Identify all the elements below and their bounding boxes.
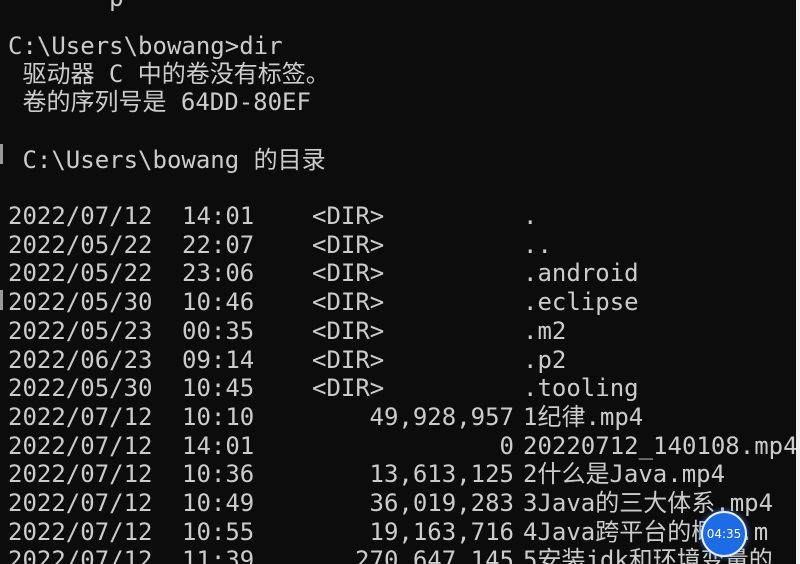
entry-time: 11:39	[182, 546, 255, 564]
entry-type: <DIR>	[312, 316, 385, 345]
entry-date: 2022/07/12	[8, 517, 153, 546]
timer-text: 04:35	[706, 527, 742, 541]
entry-date: 2022/05/30	[8, 288, 153, 317]
entry-name: .android	[523, 259, 639, 288]
entry-date: 2022/05/22	[8, 259, 153, 288]
entry-date: 2022/06/23	[8, 345, 153, 374]
background-window-edge	[0, 144, 3, 164]
entry-time: 10:36	[182, 460, 255, 489]
table-row: 2022/07/12 14:01 0 20220712_140108.mp4	[0, 432, 796, 461]
command-prompt: C:\Users\bowang>dir	[8, 32, 283, 60]
entry-size: 49,928,957	[369, 402, 515, 431]
volume-serial-text: 卷的序列号是 64DD-80EF	[8, 88, 311, 116]
entry-size: 270,647,145	[355, 546, 514, 564]
entry-type: <DIR>	[312, 374, 385, 403]
table-row: 2022/07/12 14:01 <DIR>.	[0, 202, 796, 231]
directory-header: C:\Users\bowang 的目录	[8, 146, 326, 174]
table-row: 2022/07/12 11:39 270,647,145 5安装jdk和环境变量的	[0, 546, 796, 564]
entry-name: 20220712_140108.mp4	[523, 431, 796, 460]
entry-time: 10:55	[182, 517, 255, 546]
entry-name: .m2	[523, 316, 567, 345]
entry-size: 19,163,716	[369, 517, 515, 546]
table-row: 2022/07/12 10:55 19,163,716 4Java跨平台的概念.m	[0, 518, 796, 547]
timer-badge[interactable]: 04:35	[701, 511, 747, 557]
table-row: 2022/07/12 10:49 36,019,283 3Java的三大体系.mp4	[0, 489, 796, 518]
entry-time: 23:06	[182, 259, 255, 288]
volume-label-text: 驱动器 C 中的卷没有标签。	[8, 60, 330, 88]
entry-time: 10:10	[182, 402, 255, 431]
entry-date: 2022/05/22	[8, 230, 153, 259]
entry-name: .tooling	[523, 374, 639, 403]
entry-type: <DIR>	[312, 288, 385, 317]
table-row: 2022/07/12 10:10 49,928,957 1纪律.mp4	[0, 403, 796, 432]
entry-size: 0	[499, 431, 514, 460]
entry-time: 14:01	[182, 202, 255, 230]
entry-size: 13,613,125	[369, 460, 515, 489]
entry-date: 2022/07/12	[8, 202, 153, 230]
entry-time: 00:35	[182, 316, 255, 345]
entry-type: <DIR>	[312, 345, 385, 374]
entry-name: 1纪律.mp4	[523, 402, 644, 431]
entry-time: 09:14	[182, 345, 255, 374]
entry-name: 2什么是Java.mp4	[523, 460, 726, 489]
entry-type: <DIR>	[312, 202, 385, 230]
entry-name: ..	[523, 230, 552, 259]
table-row: 2022/07/12 10:36 13,613,125 2什么是Java.mp4	[0, 460, 796, 489]
table-row: 2022/06/23 09:14 <DIR> .p2	[0, 346, 796, 375]
entry-date: 2022/05/23	[8, 316, 153, 345]
table-row: 2022/05/23 00:35 <DIR> .m2	[0, 317, 796, 346]
entry-time: 10:49	[182, 489, 255, 517]
console-window[interactable]: p C:\Users\bowang>dir 驱动器 C 中的卷没有标签。 卷的序…	[0, 0, 796, 564]
table-row: 2022/05/22 23:06 <DIR> .android	[0, 259, 796, 288]
entry-time: 22:07	[182, 230, 255, 259]
entry-time: 10:45	[182, 374, 255, 403]
entry-date: 2022/07/12	[8, 489, 153, 517]
background-window-edge	[0, 290, 3, 310]
table-row: 2022/05/30 10:46 <DIR> .eclipse	[0, 288, 796, 317]
previous-output-line: p	[8, 0, 123, 12]
entry-date: 2022/07/12	[8, 460, 153, 489]
table-row: 2022/05/30 10:45 <DIR> .tooling	[0, 374, 796, 403]
entry-type: <DIR>	[312, 230, 385, 259]
entry-type: <DIR>	[312, 259, 385, 288]
scrollbar[interactable]	[796, 0, 800, 564]
entry-name: .eclipse	[523, 288, 639, 317]
entry-size: 36,019,283	[369, 489, 515, 517]
entry-name: .p2	[523, 345, 567, 374]
entry-date: 2022/07/12	[8, 402, 153, 431]
entry-date: 2022/07/12	[8, 546, 153, 564]
entry-date: 2022/05/30	[8, 374, 153, 403]
entry-time: 10:46	[182, 288, 255, 317]
table-row: 2022/05/22 22:07 <DIR>..	[0, 231, 796, 260]
entry-name: .	[523, 202, 538, 230]
entry-date: 2022/07/12	[8, 431, 153, 460]
entry-time: 14:01	[182, 431, 255, 460]
